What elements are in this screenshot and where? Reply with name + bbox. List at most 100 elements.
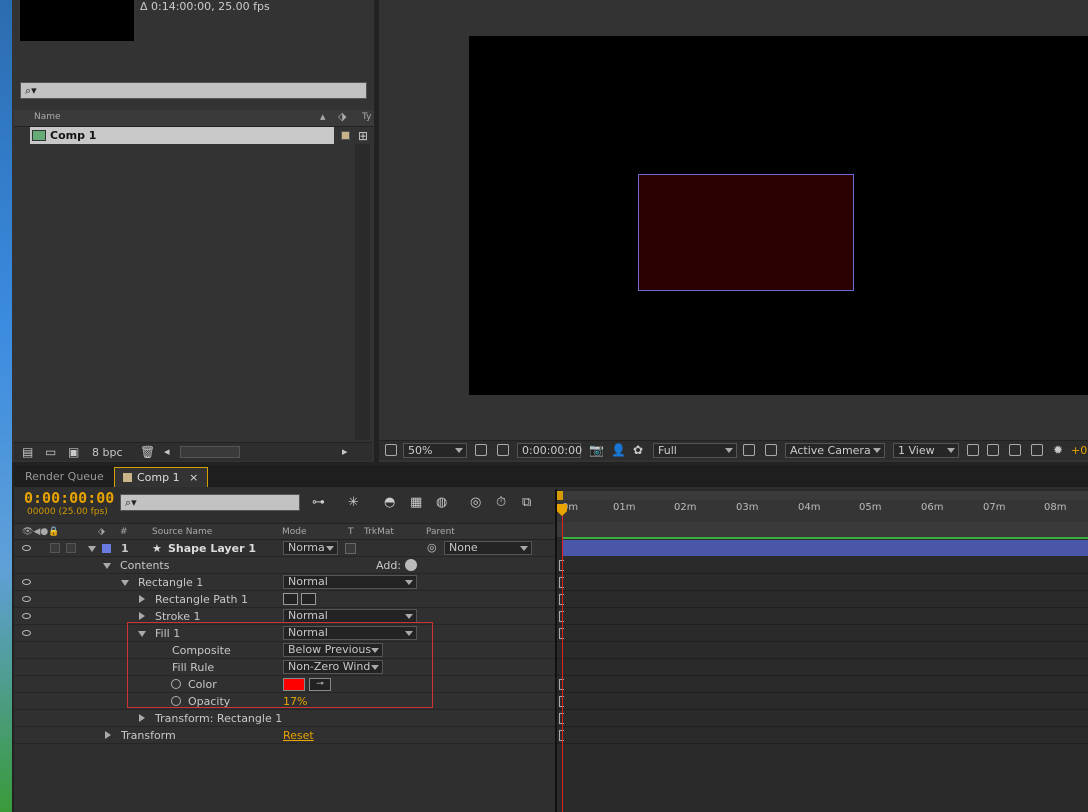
rectangle-label[interactable]: Rectangle 1 [138,576,203,589]
expand-layer-icon[interactable] [88,546,96,552]
layer-duration-bar[interactable] [563,540,1088,556]
viewer-timecode[interactable]: 0:00:00:00 [517,443,582,458]
rectangle-group-row[interactable]: Rectangle 1 Normal [14,574,555,591]
rect-path-label[interactable]: Rectangle Path 1 [155,593,248,606]
expand-transform-rect-icon[interactable] [139,714,145,722]
view-layout-select[interactable]: 1 View [893,443,959,458]
flowchart-icon[interactable]: ⊞ [358,129,368,143]
scroll-left-icon[interactable]: ◂ [164,445,170,458]
channels-icon[interactable]: ✿ [633,443,643,457]
expand-contents-icon[interactable] [103,563,111,569]
fast-previews-icon[interactable] [987,444,999,456]
transform-row[interactable]: Transform Reset [14,727,555,744]
parent-select[interactable]: None [444,541,532,555]
path-direction-icon[interactable] [283,593,298,605]
project-item-comp[interactable]: Comp 1 [30,127,334,144]
column-parent[interactable]: Parent [426,527,455,537]
brainstorm-icon[interactable]: ◎ [470,495,481,510]
visibility-eye-icon[interactable] [22,596,31,602]
transform-rect-label[interactable]: Transform: Rectangle 1 [155,712,282,725]
exposure-value[interactable]: +0 [1071,444,1087,457]
resolution-select[interactable]: Full [653,443,737,458]
solo-toggle[interactable] [50,543,60,553]
work-area-start-handle[interactable] [557,491,563,500]
transform-label[interactable]: Transform [121,729,176,742]
zoom-select[interactable]: 50% [403,443,467,458]
layer-row[interactable]: 1 ★ Shape Layer 1 Norma ◎ None [14,540,555,557]
pick-whip-icon[interactable]: ◎ [427,541,437,554]
auto-keyframe-icon[interactable]: ⏱ [496,495,506,510]
visibility-eye-icon[interactable] [22,579,31,585]
motion-blur-icon[interactable]: ◍ [436,495,447,510]
rectangle-blend-select[interactable]: Normal [283,575,417,589]
timeline-search-input[interactable]: ⌕▾ [120,494,300,511]
project-scrollbar[interactable] [355,144,370,440]
new-comp-icon[interactable]: ▣ [68,445,79,459]
time-ruler[interactable]: 0m 01m 02m 03m 04m 05m 06m 07m 08m [557,500,1088,522]
reset-link[interactable]: Reset [283,729,314,742]
interpret-footage-icon[interactable]: ▤ [22,445,33,459]
scroll-right-icon[interactable]: ▸ [342,445,348,458]
fast-preview-icon[interactable] [743,444,755,456]
project-search-input[interactable]: ⌕▾ [20,82,367,99]
visibility-eye-icon[interactable] [22,630,31,636]
exposure-icon[interactable]: ✹ [1053,443,1063,457]
bpc-label[interactable]: 8 bpc [92,446,123,459]
label-tag-icon[interactable]: ⬗ [338,110,346,123]
work-area-bar[interactable] [557,491,1088,500]
horizontal-scrollbar[interactable] [180,446,240,458]
shy-layers-icon[interactable]: ◓ [384,495,395,510]
expand-transform-icon[interactable] [105,731,111,739]
contents-row[interactable]: Contents Add: [14,557,555,574]
av-features-icon[interactable]: 👁◀●🔒 [22,527,59,537]
tab-comp[interactable]: Comp 1 × [114,467,209,487]
label-tag-icon[interactable]: ⬗ [98,527,105,537]
layer-name[interactable]: Shape Layer 1 [168,542,256,555]
column-type[interactable]: Ty [362,112,371,122]
expand-stroke-icon[interactable] [139,612,145,620]
column-number[interactable]: # [120,527,128,537]
current-time-display[interactable]: 0:00:00:00 [24,489,114,507]
checkerboard-icon[interactable] [765,444,777,456]
column-trkmat[interactable]: TrkMat [364,527,394,537]
comp-mini-flowchart-icon[interactable]: ⊶ [312,495,325,510]
column-t[interactable]: T [348,527,354,537]
frame-blending-icon[interactable]: ▦ [410,495,422,510]
toggle-pixel-icon[interactable] [967,444,979,456]
preserve-transparency-toggle[interactable] [345,543,356,554]
layer-mode-select[interactable]: Norma [283,541,338,555]
region-of-interest-icon[interactable] [475,444,487,456]
stroke-blend-select[interactable]: Normal [283,609,417,623]
shape-rectangle[interactable] [638,174,854,291]
visibility-eye-icon[interactable] [22,545,31,551]
grid-line [557,709,1088,710]
layer-label-color[interactable] [102,544,111,553]
sort-up-icon[interactable]: ▴ [320,110,326,123]
add-menu-icon[interactable] [405,559,417,571]
camera-select[interactable]: Active Camera [785,443,885,458]
column-mode[interactable]: Mode [282,527,307,537]
expand-path-icon[interactable] [139,595,145,603]
rectangle-path-row[interactable]: Rectangle Path 1 [14,591,555,608]
timeline-icon[interactable] [1009,444,1021,456]
trash-icon[interactable]: 🗑 [140,445,155,459]
column-name[interactable]: Name [34,112,61,122]
tab-render-queue[interactable]: Render Queue [16,467,113,487]
new-folder-icon[interactable]: ▭ [45,445,56,459]
visibility-eye-icon[interactable] [22,613,31,619]
transform-rectangle-row[interactable]: Transform: Rectangle 1 [14,710,555,727]
show-snapshot-icon[interactable]: 👤 [611,443,626,457]
label-color-swatch[interactable] [341,131,350,140]
close-icon[interactable]: × [189,471,198,484]
lock-toggle[interactable] [66,543,76,553]
always-preview-icon[interactable] [385,444,397,456]
path-reverse-icon[interactable] [301,593,316,605]
column-source-name[interactable]: Source Name [152,527,212,537]
camera-icon[interactable]: 📷 [589,443,604,457]
graph-editor-icon[interactable]: ⧉ [522,495,531,510]
transparency-grid-icon[interactable] [497,444,509,456]
flowchart-view-icon[interactable] [1031,444,1043,456]
draft-3d-icon[interactable]: ✳ [348,495,359,510]
expand-rectangle-icon[interactable] [121,580,129,586]
playhead-line[interactable] [562,510,563,812]
